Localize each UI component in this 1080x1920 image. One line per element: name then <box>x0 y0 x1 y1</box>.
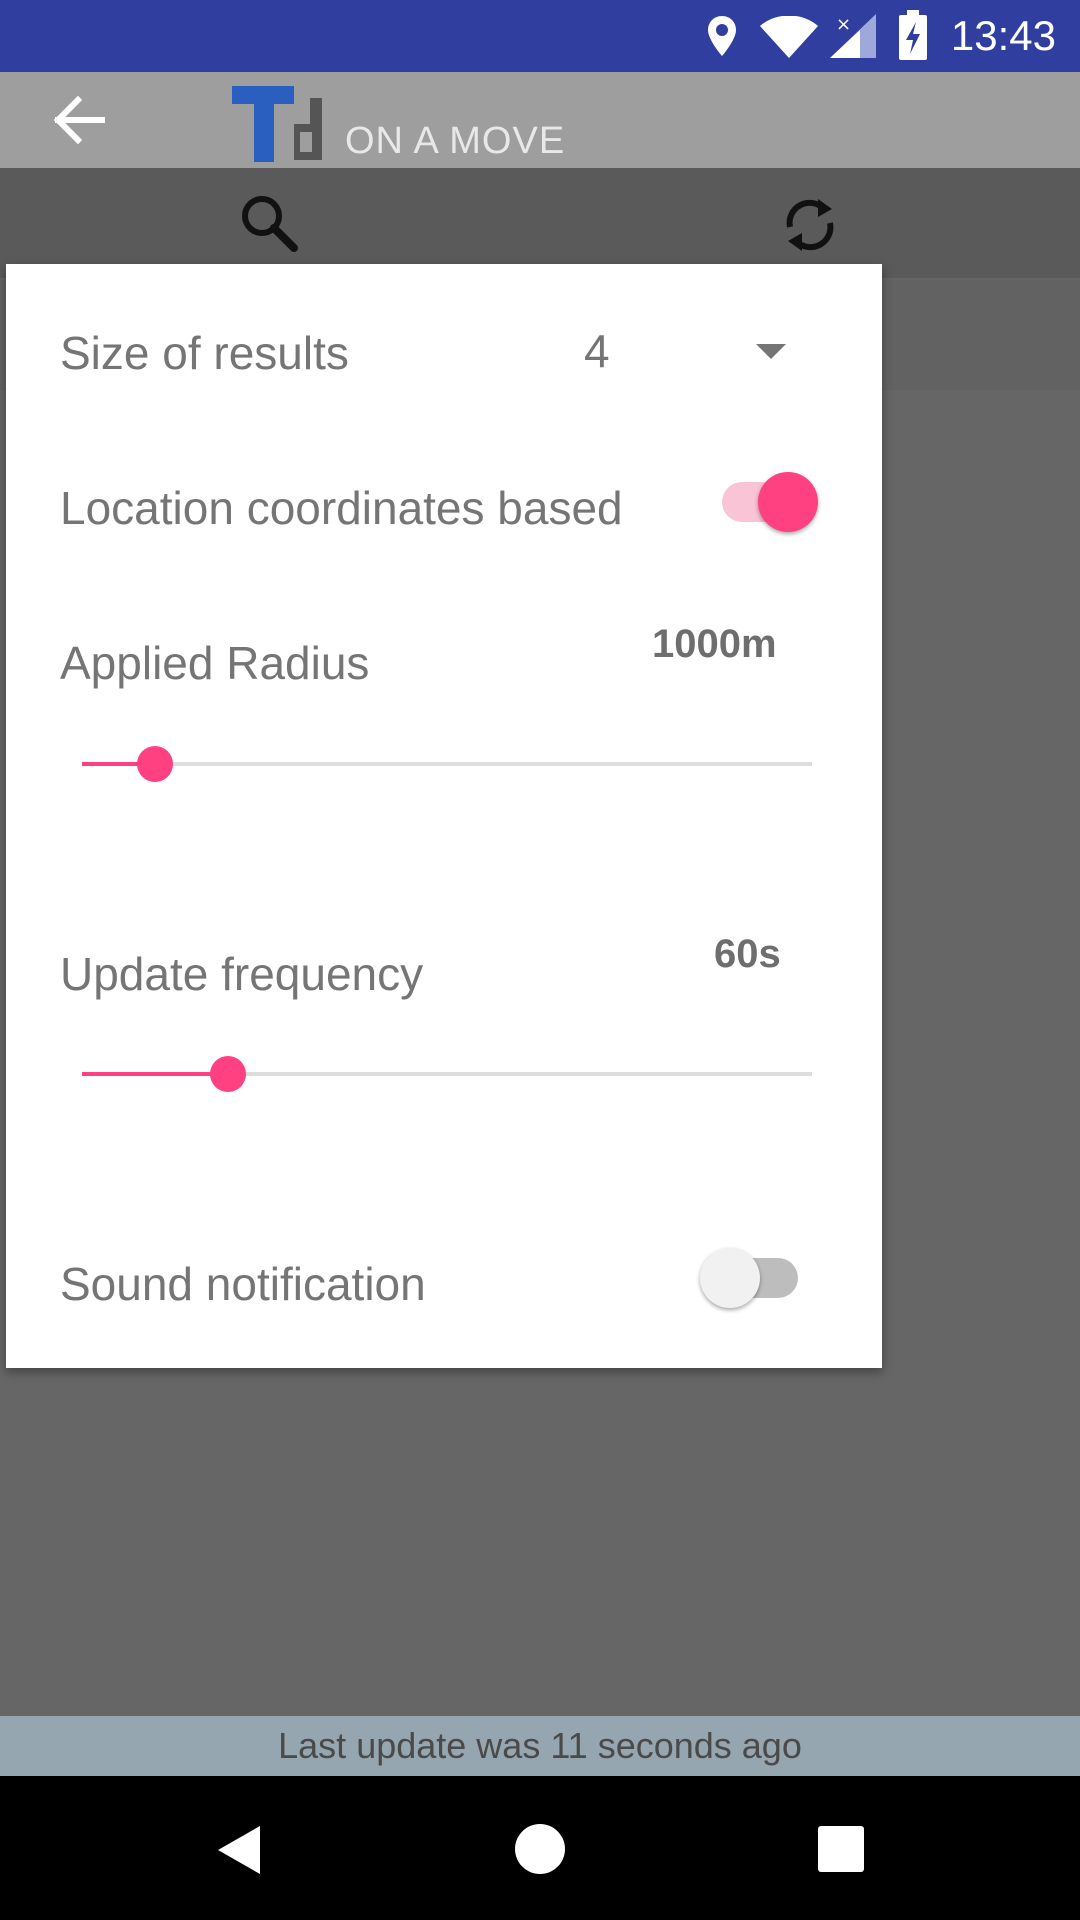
status-bar: × 13:43 <box>0 0 1080 72</box>
clock: 13:43 <box>950 12 1056 59</box>
update-frequency-label: Update frequency <box>60 948 424 1000</box>
switch-thumb <box>700 1248 760 1308</box>
applied-radius-slider[interactable] <box>82 746 812 782</box>
search-icon[interactable] <box>238 192 300 254</box>
nav-recents-icon[interactable] <box>818 1826 864 1872</box>
refresh-icon[interactable] <box>780 195 840 255</box>
app-title: ON A MOVE <box>345 120 566 162</box>
location-coords-label: Location coordinates based <box>60 482 623 534</box>
signal-icon: × <box>830 14 876 58</box>
app-bar: Td ON A MOVE <box>0 72 1080 168</box>
size-of-results-label: Size of results <box>60 327 349 379</box>
size-of-results-value: 4 <box>584 325 610 377</box>
toolbar-row <box>0 168 1080 278</box>
switch-thumb <box>758 472 818 532</box>
wifi-icon <box>760 16 818 58</box>
sound-notification-label: Sound notification <box>60 1258 426 1310</box>
location-icon <box>708 16 736 56</box>
nav-home-icon[interactable] <box>515 1824 565 1874</box>
applied-radius-value: 1000m <box>652 622 777 666</box>
slider-thumb[interactable] <box>210 1056 246 1092</box>
applied-radius-label: Applied Radius <box>60 637 370 689</box>
battery-charging-icon <box>899 10 927 60</box>
last-update-status: Last update was 11 seconds ago <box>0 1716 1080 1776</box>
update-frequency-value: 60s <box>714 932 781 976</box>
last-update-text: Last update was 11 seconds ago <box>278 1725 802 1766</box>
app-logo: Td <box>232 86 322 162</box>
settings-dialog: Size of results 4 Location coordinates b… <box>6 264 882 1368</box>
arrow-left-icon[interactable] <box>52 94 106 146</box>
slider-fill <box>82 1072 228 1076</box>
nav-back-icon[interactable] <box>216 1824 262 1876</box>
chevron-down-icon <box>756 344 786 359</box>
system-nav-bar <box>0 1776 1080 1920</box>
update-frequency-slider[interactable] <box>82 1056 812 1092</box>
svg-text:×: × <box>836 14 851 35</box>
slider-thumb[interactable] <box>137 746 173 782</box>
